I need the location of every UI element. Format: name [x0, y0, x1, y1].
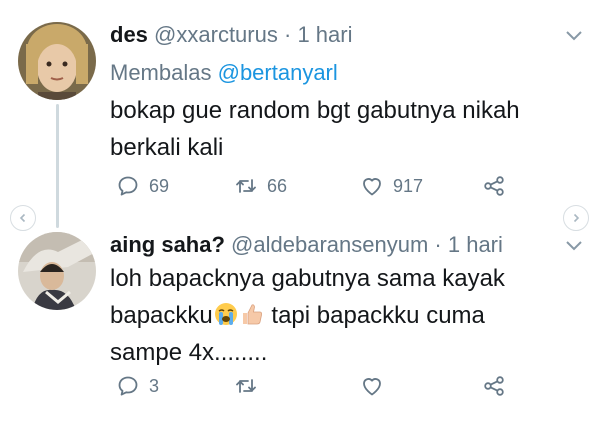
- display-name[interactable]: des: [110, 22, 148, 47]
- separator-dot: ·: [283, 22, 292, 47]
- user-handle[interactable]: @xxarcturus: [154, 22, 278, 47]
- heart-icon: [363, 378, 381, 396]
- replying-to: Membalas @bertanyarl: [110, 60, 338, 86]
- reply-icon: [118, 176, 138, 196]
- tweet-text-line: loh bapacknya gabutnya sama kayak: [110, 265, 505, 292]
- retweet-icon: [236, 179, 256, 193]
- tweet-text-line: sampe 4x........: [110, 339, 268, 366]
- tweet-text: bokap gue random bgt gabutnya nikah berk…: [110, 92, 580, 166]
- tweet-text-line: bapackku tapi bapackku cuma: [110, 297, 580, 334]
- like-button[interactable]: 917: [360, 174, 423, 198]
- retweet-button[interactable]: [234, 374, 258, 398]
- like-count: 917: [393, 175, 424, 196]
- like-button[interactable]: [360, 374, 384, 398]
- next-arrow-button[interactable]: [563, 205, 589, 231]
- reply-button[interactable]: 3: [116, 374, 159, 398]
- tweet-header: des @xxarcturus · 1 hari: [110, 22, 352, 48]
- reply-count: 69: [149, 175, 170, 196]
- share-button[interactable]: [482, 374, 506, 398]
- replying-to-label: Membalas: [110, 60, 212, 85]
- avatar[interactable]: [18, 232, 96, 310]
- chevron-down-icon[interactable]: [565, 30, 583, 42]
- chevron-down-icon[interactable]: [565, 240, 583, 252]
- tweet-actions: 69 66 917: [110, 174, 530, 202]
- separator-dot: ·: [434, 232, 442, 257]
- retweet-icon: [236, 379, 256, 393]
- chevron-left-icon: [19, 213, 26, 223]
- reply-icon: [118, 376, 138, 396]
- tweet-text-line: berkali kali: [110, 134, 224, 161]
- chevron-right-icon: [573, 213, 580, 223]
- reply-button[interactable]: 69: [116, 174, 169, 198]
- previous-arrow-button[interactable]: [10, 205, 36, 231]
- thumbs-up-icon: [242, 304, 262, 325]
- tweet-text: loh bapacknya gabutnya sama kayak bapack…: [110, 260, 580, 371]
- thread-connector-line: [56, 104, 59, 228]
- display-name[interactable]: aing saha?: [110, 232, 225, 257]
- user-handle[interactable]: @aldebaransenyum: [231, 232, 428, 257]
- tweet-text-line: bokap gue random bgt gabutnya nikah: [110, 97, 520, 124]
- retweet-button[interactable]: 66: [234, 174, 287, 198]
- tweet-header: aing saha? @aldebaransenyum · 1 hari: [110, 232, 503, 258]
- share-icon: [484, 176, 504, 196]
- loudly-crying-face-icon: [214, 303, 237, 325]
- tweet-text-segment: bapackku: [110, 302, 213, 329]
- share-icon: [484, 376, 504, 396]
- mention-link[interactable]: @bertanyarl: [218, 60, 338, 85]
- heart-icon: [363, 178, 381, 196]
- reply-count: 3: [149, 375, 160, 396]
- share-button[interactable]: [482, 174, 506, 198]
- retweet-count: 66: [267, 175, 288, 196]
- avatar[interactable]: [18, 22, 96, 100]
- tweet-text-segment: tapi bapackku cuma: [264, 302, 485, 329]
- tweet-actions: 3: [110, 374, 530, 402]
- timestamp[interactable]: 1 hari: [297, 22, 352, 47]
- timestamp[interactable]: 1 hari: [448, 232, 503, 257]
